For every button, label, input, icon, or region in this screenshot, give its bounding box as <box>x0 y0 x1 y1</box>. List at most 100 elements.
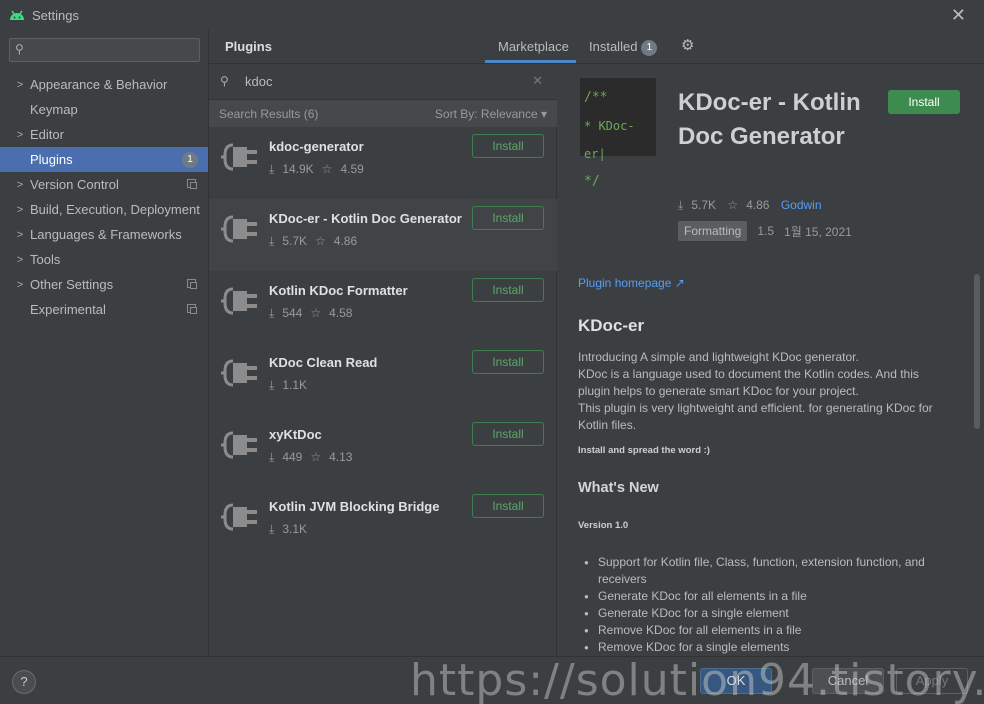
tagline: Install and spread the word :) <box>578 445 710 456</box>
search-icon: ⚲ <box>220 74 229 88</box>
plugin-title: KDoc-er - Kotlin Doc Generator <box>678 89 861 150</box>
plugin-meta: ⤓ 3.1K <box>269 522 307 536</box>
list-item: Generate KDoc for all elements in a file <box>584 588 944 605</box>
star-icon: ☆ <box>315 234 326 248</box>
star-icon: ☆ <box>321 162 333 176</box>
plugin-icon <box>221 427 259 463</box>
plugin-icon <box>221 139 259 175</box>
gear-icon[interactable]: ⚙ <box>681 36 694 54</box>
download-icon: ⤓ <box>269 522 275 536</box>
clear-search-icon[interactable]: ✕ <box>532 73 543 89</box>
window-title: Settings <box>32 7 79 23</box>
list-item: Generate KDoc for a single element <box>584 605 944 622</box>
chevron-right-icon: > <box>16 253 24 266</box>
sort-dropdown[interactable]: Sort By: Relevance ▾ <box>435 107 547 121</box>
install-button[interactable]: Install <box>472 494 544 518</box>
project-scope-icon <box>187 304 197 314</box>
plugin-version: 1.5 <box>757 224 775 238</box>
install-button[interactable]: Install <box>472 206 544 230</box>
detail-scrollbar[interactable] <box>974 274 980 429</box>
plugin-name: kdoc-generator <box>269 139 364 154</box>
install-button[interactable]: Install <box>472 422 544 446</box>
settings-sidebar: ⚲ > Appearance & Behavior Keymap > Editor … <box>0 30 209 656</box>
plugin-name: xyKtDoc <box>269 427 322 442</box>
author-link[interactable]: Godwin <box>781 198 822 212</box>
sidebar-item-editor[interactable]: > Editor <box>0 122 208 147</box>
plugin-icon <box>221 211 259 247</box>
project-scope-icon <box>187 179 197 189</box>
plugin-list-item[interactable]: KDoc Clean Read ⤓ 1.1K Install <box>209 343 557 415</box>
installed-badge: 1 <box>641 40 658 56</box>
active-tab-indicator <box>485 60 576 63</box>
search-query: kdoc <box>245 74 273 89</box>
help-button[interactable]: ? <box>12 670 36 694</box>
download-icon: ⤓ <box>269 162 275 176</box>
plugin-icon <box>221 283 259 319</box>
plugin-meta: ⤓ 544 ☆ 4.58 <box>269 306 353 320</box>
plugin-name: KDoc Clean Read <box>269 355 378 370</box>
star-icon: ☆ <box>310 450 322 464</box>
install-button[interactable]: Install <box>472 134 544 158</box>
category-tag[interactable]: Formatting <box>678 221 748 241</box>
plugin-stats: ⤓ 5.7K ☆ 4.86 Godwin <box>678 198 822 212</box>
plugin-name: Kotlin KDoc Formatter <box>269 283 408 298</box>
sidebar-item-other-settings[interactable]: > Other Settings <box>0 272 208 297</box>
tab-marketplace[interactable]: Marketplace <box>498 39 569 54</box>
plugin-list-item[interactable]: KDoc-er - Kotlin Doc Generator ⤓ 5.7K ☆ 4.86… <box>209 199 557 271</box>
close-icon[interactable]: ✕ <box>951 5 966 26</box>
download-icon: ⤓ <box>269 450 275 464</box>
download-icon: ⤓ <box>678 198 684 212</box>
download-icon: ⤓ <box>269 378 275 392</box>
results-bar: Search Results (6) Sort By: Relevance ▾ <box>209 100 557 127</box>
download-icon: ⤓ <box>269 306 275 320</box>
plugin-meta: ⤓ 14.9K ☆ 4.59 <box>269 162 364 176</box>
results-count: Search Results (6) <box>219 107 319 121</box>
plugin-meta: ⤓ 5.7K ☆ 4.86 <box>269 234 358 248</box>
plugin-date: 1월 15, 2021 <box>784 224 852 239</box>
whats-new-heading: What's New <box>578 480 659 496</box>
plugin-description: Introducing A simple and lightweight KDo… <box>578 350 933 432</box>
plugins-update-badge: 1 <box>182 152 198 168</box>
changes-list: Support for Kotlin file, Class, function… <box>584 554 944 656</box>
sidebar-item-build[interactable]: > Build, Execution, Deployment <box>0 197 208 222</box>
settings-search-input[interactable]: ⚲ <box>9 38 200 62</box>
plugins-header: Plugins Marketplace Installed 1 ⚙ <box>209 30 984 64</box>
install-button[interactable]: Install <box>472 350 544 374</box>
plugin-list-item[interactable]: Kotlin KDoc Formatter ⤓ 544 ☆ 4.58 Install <box>209 271 557 343</box>
plugin-name: Kotlin JVM Blocking Bridge <box>269 499 440 514</box>
install-button[interactable]: Install <box>888 90 960 114</box>
sidebar-item-experimental[interactable]: Experimental <box>0 297 208 322</box>
list-item: Remove KDoc for a single elements <box>584 639 944 656</box>
list-item: Support for Kotlin file, Class, function… <box>584 554 944 588</box>
sidebar-item-tools[interactable]: > Tools <box>0 247 208 272</box>
settings-nav: > Appearance & Behavior Keymap > Editor Pl… <box>0 72 208 322</box>
plugin-list-item[interactable]: Kotlin JVM Blocking Bridge ⤓ 3.1K Install <box>209 487 557 559</box>
sidebar-item-appearance[interactable]: > Appearance & Behavior <box>0 72 208 97</box>
title-bar: Settings ✕ <box>0 0 984 30</box>
plugin-detail-pane: /** * KDoc-er| */ KDoc-er - Kotlin Doc G… <box>558 64 984 656</box>
install-button[interactable]: Install <box>472 278 544 302</box>
download-icon: ⤓ <box>269 234 275 248</box>
plugin-tags: Formatting 1.5 1월 15, 2021 <box>678 221 862 241</box>
plugin-meta: ⤓ 449 ☆ 4.13 <box>269 450 353 464</box>
plugin-list-item[interactable]: xyKtDoc ⤓ 449 ☆ 4.13 Install <box>209 415 557 487</box>
star-icon: ☆ <box>727 198 739 212</box>
plugin-icon <box>221 355 259 391</box>
plugin-homepage-link[interactable]: Plugin homepage ↗ <box>578 276 685 290</box>
android-studio-icon <box>8 8 26 22</box>
sidebar-item-keymap[interactable]: Keymap <box>0 97 208 122</box>
plugin-search-input[interactable]: ⚲ kdoc ✕ <box>209 64 557 100</box>
plugin-meta: ⤓ 1.1K <box>269 378 307 392</box>
plugin-list-item[interactable]: kdoc-generator ⤓ 14.9K ☆ 4.59 Install <box>209 127 557 199</box>
plugin-icon <box>221 499 259 535</box>
chevron-right-icon: > <box>16 203 24 216</box>
chevron-right-icon: > <box>16 278 24 291</box>
chevron-right-icon: > <box>16 228 24 241</box>
plugin-logo: /** * KDoc-er| */ <box>580 78 656 189</box>
sidebar-item-plugins[interactable]: Plugins 1 <box>0 147 208 172</box>
project-scope-icon <box>187 279 197 289</box>
sidebar-item-version-control[interactable]: > Version Control <box>0 172 208 197</box>
version-heading: Version 1.0 <box>578 520 629 531</box>
tab-installed[interactable]: Installed 1 <box>589 39 658 56</box>
sidebar-item-languages[interactable]: > Languages & Frameworks <box>0 222 208 247</box>
